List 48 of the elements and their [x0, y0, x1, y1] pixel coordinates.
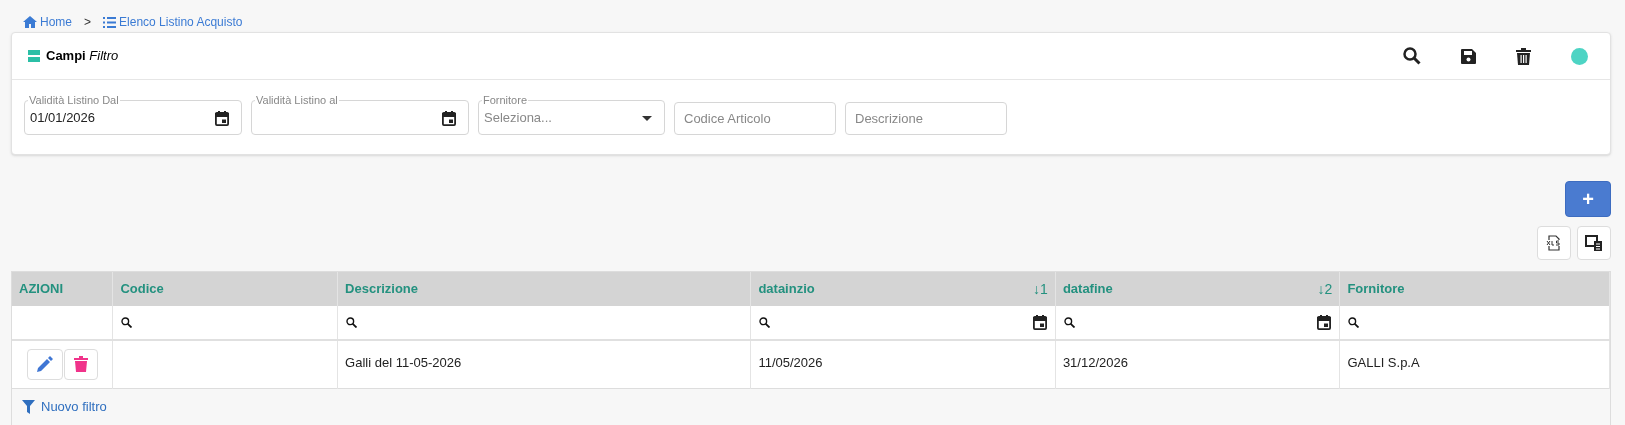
pencil-icon	[37, 356, 53, 373]
search-icon	[759, 317, 771, 328]
search-icon	[346, 317, 358, 328]
breadcrumb-link[interactable]: Home	[23, 13, 72, 31]
text-field[interactable]: Descrizione	[845, 102, 1007, 135]
columns-button[interactable]	[1577, 226, 1611, 260]
text-field[interactable]: Codice Articolo	[674, 102, 836, 135]
home-icon	[23, 16, 37, 28]
breadcrumb-separator: >	[84, 14, 92, 31]
sort-indicator: ↓1	[1033, 279, 1048, 299]
column-header[interactable]: datafine	[1062, 279, 1113, 299]
list-icon	[103, 16, 117, 28]
calendar-icon	[1317, 315, 1332, 330]
window-list-icon	[1585, 235, 1603, 251]
trash-icon[interactable]	[1516, 47, 1531, 65]
column-header[interactable]: Fornitore	[1347, 279, 1405, 299]
table-cell: Galli del 11-05-2026	[345, 355, 462, 370]
calendar-icon	[1032, 315, 1047, 330]
export-button[interactable]	[1537, 226, 1571, 260]
edit-button[interactable]	[27, 348, 63, 380]
column-header[interactable]: datainzio	[758, 279, 815, 299]
sort-indicator: ↓2	[1317, 279, 1333, 299]
delete-button[interactable]	[64, 348, 98, 380]
new-filter-link[interactable]: Nuovo filtro	[41, 396, 107, 417]
table-cell: GALLI S.p.A	[1347, 355, 1420, 370]
filter-icon	[22, 399, 35, 414]
column-header[interactable]: AZIONI	[19, 279, 64, 299]
column-header[interactable]: Codice	[120, 279, 164, 299]
table-cell: 11/05/2026	[758, 355, 823, 370]
search-icon[interactable]	[1403, 47, 1421, 65]
calendar-icon	[442, 110, 456, 126]
breadcrumb-link[interactable]: Elenco Listino Acquisto	[103, 13, 243, 31]
date-field[interactable]: Validità Listino Dal 01/01/2026	[24, 95, 242, 135]
date-field[interactable]: Validità Listino al	[251, 95, 469, 135]
trash-icon	[74, 356, 88, 373]
panel-title: Campi Filtro	[46, 47, 119, 66]
dropdown-field[interactable]: Fornitore Seleziona...	[478, 95, 665, 135]
calendar-icon	[215, 110, 229, 126]
save-icon[interactable]	[1461, 48, 1476, 64]
server-icon	[28, 50, 40, 62]
column-header[interactable]: Descrizione	[345, 279, 419, 299]
add-button[interactable]: +	[1565, 181, 1611, 217]
search-icon	[121, 317, 133, 328]
spreadsheet-file-icon	[1546, 235, 1562, 251]
caret-icon	[642, 115, 652, 121]
table-cell: 31/12/2026	[1062, 355, 1128, 370]
search-icon	[1063, 317, 1075, 328]
search-icon	[1348, 317, 1360, 328]
